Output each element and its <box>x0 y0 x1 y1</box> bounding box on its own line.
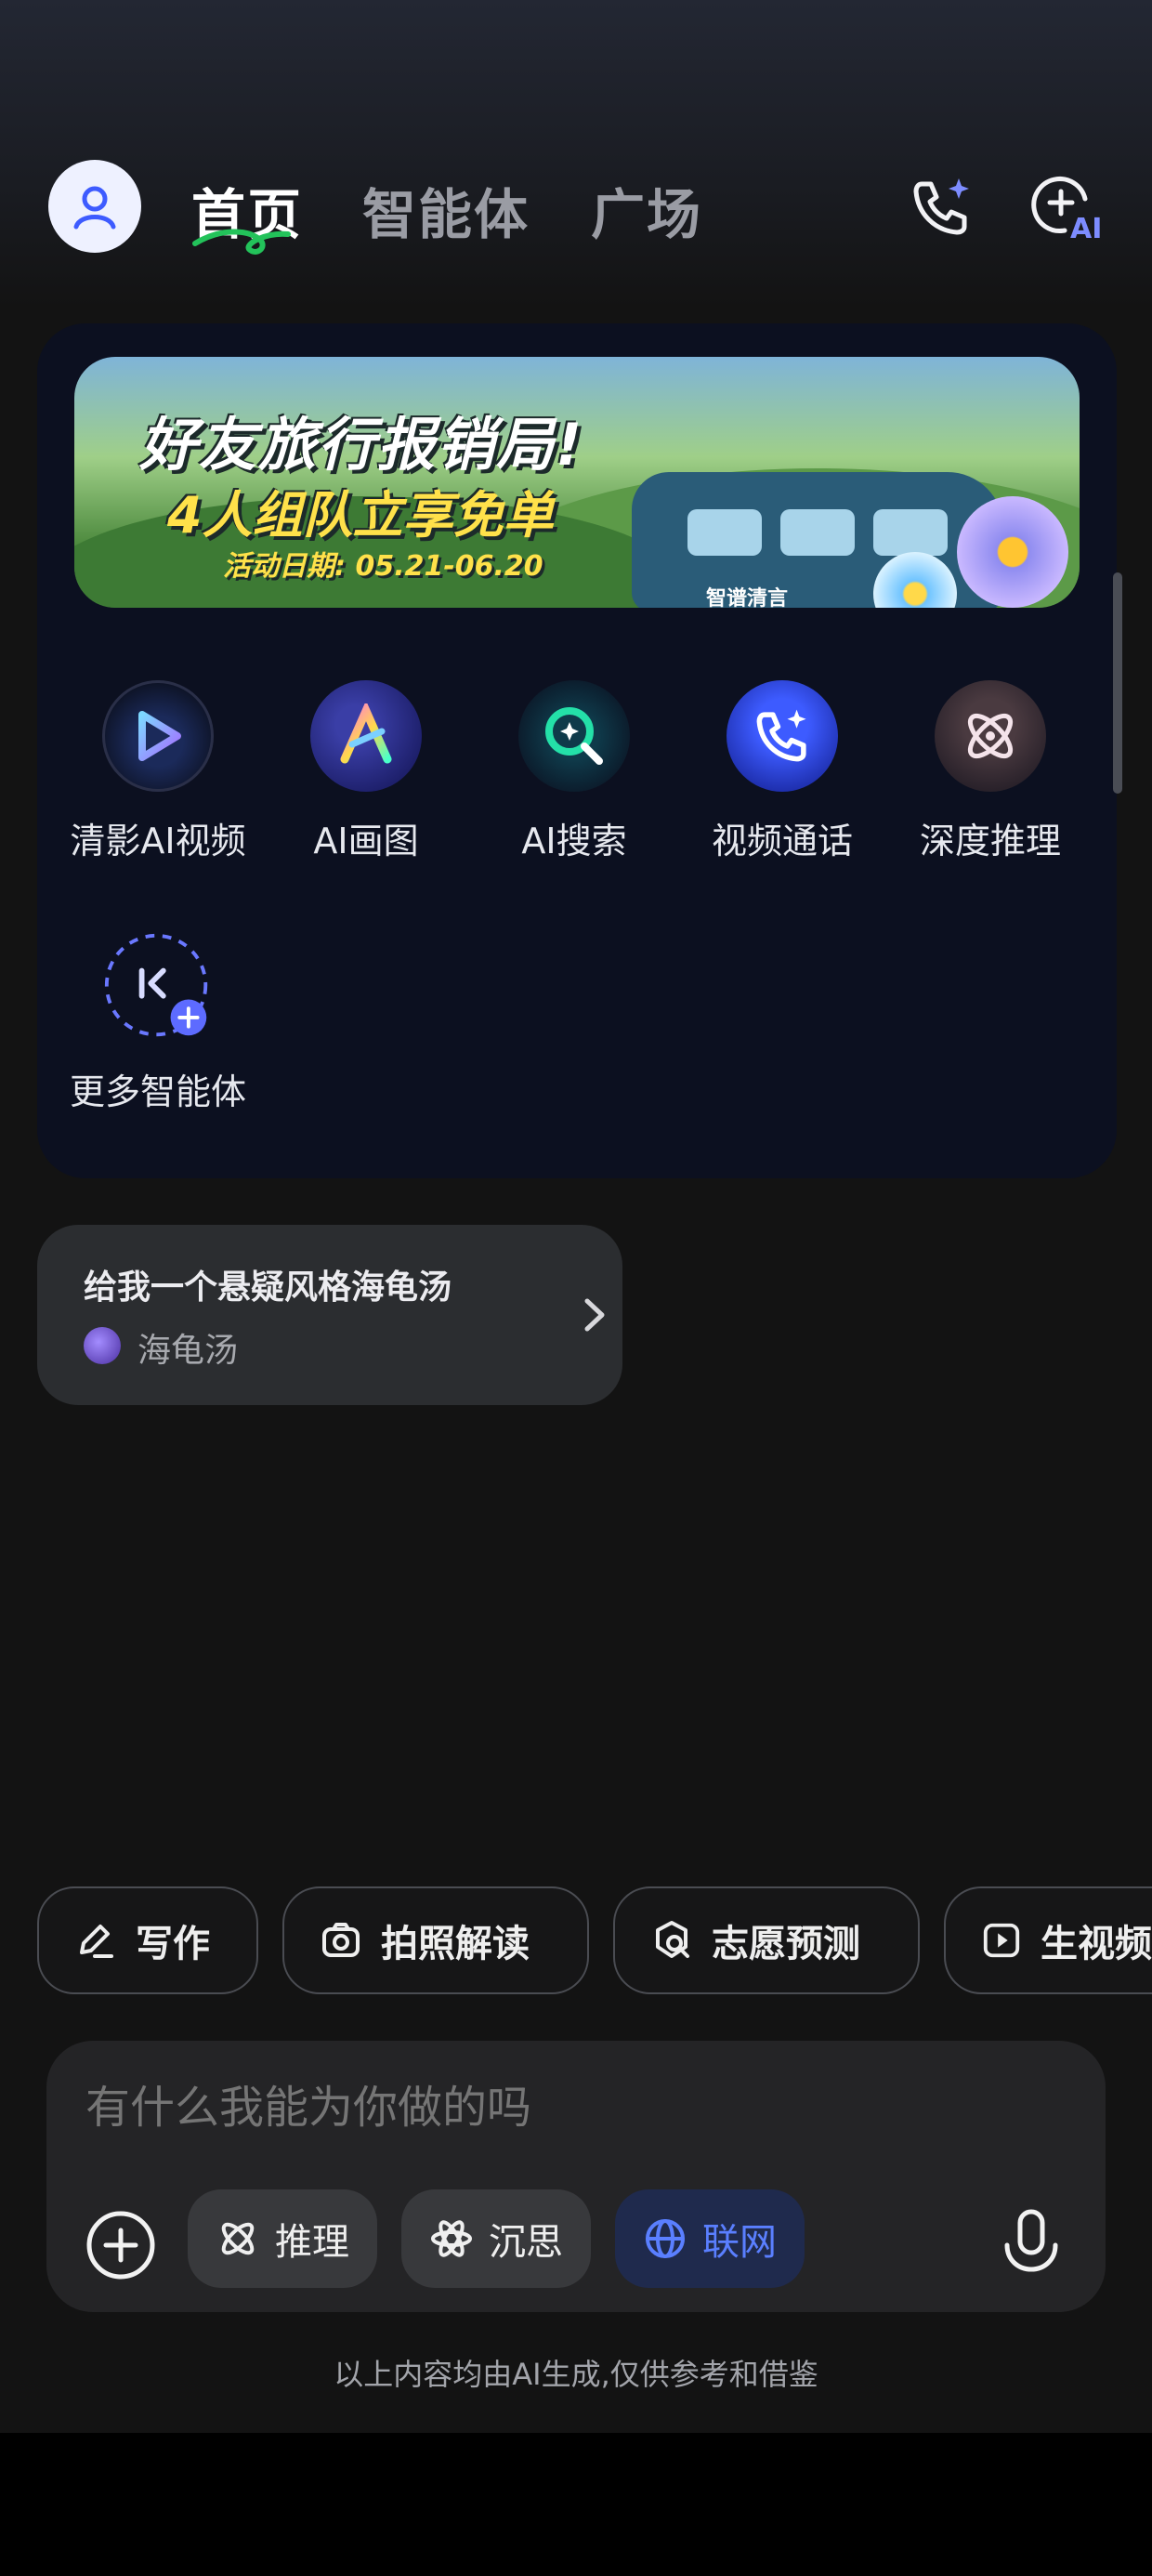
agent-more[interactable]: 更多智能体 <box>54 931 262 1117</box>
active-tab-underline <box>192 229 291 255</box>
agent-label: 清影AI视频 <box>70 821 246 861</box>
chip-generate-video[interactable]: 生视频 <box>944 1886 1152 1994</box>
chat-input[interactable] <box>85 2082 922 2134</box>
chip-application-forecast[interactable]: 志愿预测 <box>613 1886 920 1994</box>
chip-label: 生视频 <box>1041 1923 1152 1965</box>
play-video-icon <box>102 680 214 792</box>
agent-label: 深度推理 <box>919 821 1061 861</box>
pen-icon <box>80 1925 113 1958</box>
ai-call-button[interactable] <box>905 171 977 243</box>
chevron-right-icon <box>584 1298 605 1332</box>
tool-label: 推理 <box>275 2221 349 2264</box>
svg-text:AI: AI <box>1070 213 1102 243</box>
tab-agents[interactable]: 智能体 <box>362 171 530 249</box>
car-window <box>780 509 855 556</box>
microphone-icon[interactable] <box>994 2204 1068 2288</box>
tab-square[interactable]: 广场 <box>591 171 702 249</box>
chip-photo-interpret[interactable]: 拍照解读 <box>282 1886 589 1994</box>
contemplate-icon <box>431 2220 472 2257</box>
globe-icon <box>646 2219 685 2258</box>
phone-sparkle-icon <box>913 178 969 235</box>
suggestion-card[interactable]: 给我一个悬疑风格海龟汤 海龟汤 <box>37 1225 622 1405</box>
agent-deep-reasoning[interactable]: 深度推理 <box>886 680 1094 866</box>
chip-label: 拍照解读 <box>381 1923 530 1965</box>
car-window <box>873 509 948 556</box>
atom-icon <box>935 680 1046 792</box>
banner-brand: 智谱清言 <box>706 587 789 608</box>
chip-writing[interactable]: 写作 <box>37 1886 258 1994</box>
user-icon <box>73 186 116 230</box>
suggestion-source: 海龟汤 <box>137 1332 239 1370</box>
suggestion-question: 给我一个悬疑风格海龟汤 <box>84 1268 452 1307</box>
more-agents-icon <box>102 931 214 1043</box>
top-background <box>0 0 1152 307</box>
system-navigation-bar <box>0 2433 1152 2576</box>
chip-label: 志愿预测 <box>712 1923 860 1965</box>
banner-subtitle: 4人组队立享免单 <box>167 486 554 545</box>
banner-date: 活动日期: 05.21-06.20 <box>223 550 543 583</box>
agent-ai-paint[interactable]: AI画图 <box>262 680 470 866</box>
add-ai-icon: AI <box>1031 177 1102 243</box>
add-attachment-icon[interactable] <box>84 2208 158 2282</box>
video-play-icon <box>983 1923 1020 1958</box>
banner-title: 好友旅行报销局! <box>139 411 584 479</box>
promo-banner[interactable]: 好友旅行报销局! 4人组队立享免单 活动日期: 05.21-06.20 智谱清言 <box>74 357 1080 608</box>
new-ai-chat-button[interactable]: AI <box>1029 171 1102 243</box>
tool-label: 联网 <box>702 2221 777 2264</box>
car-window <box>687 509 762 556</box>
chip-label: 写作 <box>136 1923 210 1965</box>
agents-card: 好友旅行报销局! 4人组队立享免单 活动日期: 05.21-06.20 智谱清言… <box>37 323 1117 1178</box>
ai-search-icon <box>518 680 630 792</box>
agent-qingying-video[interactable]: 清影AI视频 <box>54 680 262 866</box>
turtle-soup-agent-icon <box>84 1327 121 1364</box>
contemplate-toggle[interactable]: 沉思 <box>401 2189 591 2288</box>
banner-flower <box>957 496 1068 608</box>
ai-disclaimer: 以上内容均由AI生成,仅供参考和借鉴 <box>334 2357 818 2392</box>
camera-icon <box>322 1923 360 1957</box>
avatar[interactable] <box>48 160 141 253</box>
tool-label: 沉思 <box>489 2221 563 2264</box>
agent-label: 视频通话 <box>711 821 853 861</box>
agent-ai-search[interactable]: AI搜索 <box>470 680 678 866</box>
ai-paint-icon <box>310 680 422 792</box>
agent-label: 更多智能体 <box>69 1071 246 1112</box>
reasoning-toggle[interactable]: 推理 <box>188 2189 377 2288</box>
web-search-toggle[interactable]: 联网 <box>615 2189 805 2288</box>
atom-icon <box>221 2222 255 2255</box>
scrollbar[interactable] <box>1113 572 1122 794</box>
agent-label: AI搜索 <box>521 821 627 861</box>
agent-label: AI画图 <box>313 821 419 861</box>
video-call-icon <box>727 680 838 792</box>
forecast-icon <box>656 1921 689 1958</box>
header: 首页 智能体 广场 AI <box>0 158 1152 260</box>
chat-input-box: 推理 沉思 联网 <box>46 2041 1106 2312</box>
agent-video-call[interactable]: 视频通话 <box>678 680 886 866</box>
